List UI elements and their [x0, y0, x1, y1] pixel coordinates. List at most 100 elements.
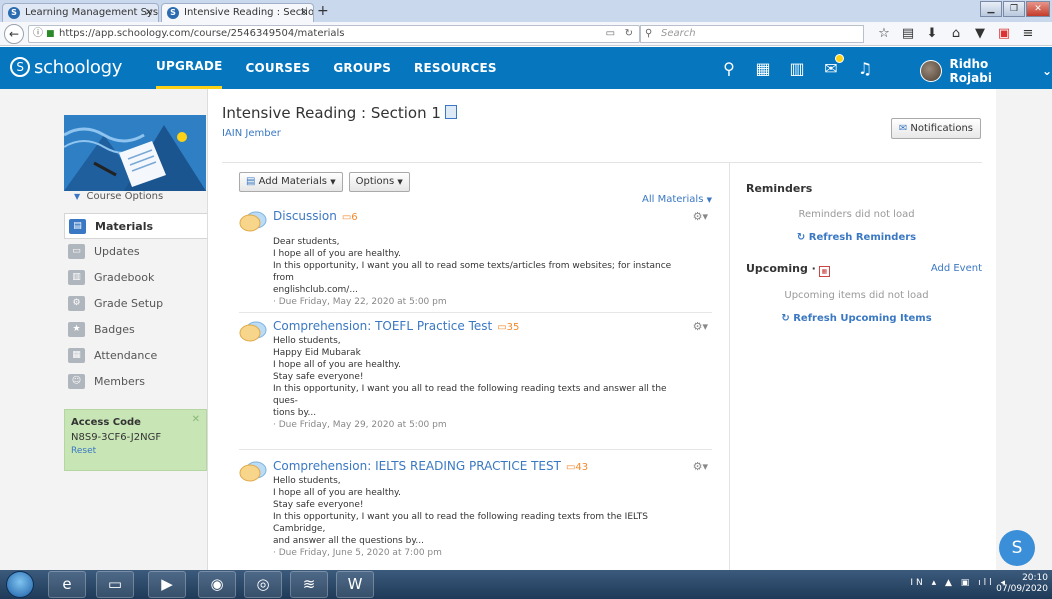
badges-icon: ★ — [68, 322, 85, 337]
add-materials-button[interactable]: ▤ Add Materials ▼ — [239, 172, 343, 192]
list-item: Comprehension: IELTS READING PRACTICE TE… — [239, 459, 712, 570]
download-icon[interactable]: ⬇ — [920, 25, 944, 43]
home-icon[interactable]: ⌂ — [944, 25, 968, 43]
back-button[interactable]: ← — [4, 24, 24, 44]
sidebar-item-gradebook[interactable]: ▥ Gradebook — [64, 265, 207, 291]
word-icon[interactable]: W — [336, 571, 374, 598]
sidebar-item-attendance[interactable]: ▦ Attendance — [64, 343, 207, 369]
tab-close-icon[interactable]: × — [145, 4, 153, 21]
pocket-icon[interactable]: ▼ — [968, 25, 992, 43]
material-body: Hello students, Happy Eid Mubarak I hope… — [273, 335, 693, 431]
material-body: Hello students, I hope all of you are he… — [273, 475, 693, 559]
browser-tab-intensive-reading[interactable]: S Intensive Reading : Section 1 × — [161, 3, 314, 22]
add-materials-icon: ▤ — [246, 176, 256, 187]
help-chat-button[interactable]: S — [999, 530, 1035, 566]
notifications-button[interactable]: ✉ Notifications — [890, 118, 981, 139]
gear-icon[interactable]: ⚙▾ — [693, 320, 708, 333]
material-title[interactable]: Comprehension: IELTS READING PRACTICE TE… — [273, 459, 588, 473]
grade-setup-icon: ⚙ — [68, 296, 85, 311]
nav-groups[interactable]: GROUPS — [333, 47, 391, 89]
info-icon[interactable]: ⓘ — [33, 26, 43, 42]
material-title[interactable]: Comprehension: TOEFL Practice Test ▭35 — [273, 319, 519, 333]
access-code-reset-link[interactable]: Reset — [71, 446, 200, 456]
browser-search-input[interactable]: ⚲ Search — [640, 25, 864, 43]
options-button[interactable]: Options ▼ — [348, 172, 410, 192]
gear-icon[interactable]: ⚙▾ — [693, 210, 708, 223]
window-controls: ▁ ❐ ✕ — [979, 1, 1050, 17]
tab-label: Learning Management Syste — [25, 7, 159, 18]
refresh-icon: ↻ — [796, 232, 806, 243]
ie-icon[interactable]: e — [48, 571, 86, 598]
refresh-upcoming-link[interactable]: ↻ Refresh Upcoming Items — [730, 313, 983, 324]
course-image — [64, 115, 206, 191]
user-menu[interactable]: Ridho Rojabi ⌄ — [920, 57, 1052, 85]
chrome-icon[interactable]: ◎ — [244, 571, 282, 598]
caret-down-icon: ▼ — [706, 196, 712, 204]
start-button[interactable] — [6, 571, 34, 598]
system-tray: IN ▴ ▲ ▣ ıll ◂ — [910, 578, 1008, 588]
caret-down-icon: ▼ — [330, 178, 336, 186]
system-clock[interactable]: 20:10 07/09/2020 — [996, 573, 1048, 595]
reminders-title: Reminders — [746, 182, 813, 195]
notifications-bell-icon[interactable]: ♫ — [848, 59, 882, 78]
spotify-icon[interactable]: ≋ — [290, 571, 328, 598]
new-tab-button[interactable]: + — [317, 3, 329, 19]
extension-icon[interactable]: ▣ — [992, 25, 1016, 43]
nav-courses[interactable]: COURSES — [245, 47, 310, 89]
language-indicator[interactable]: IN — [910, 578, 925, 588]
materials-icon: ▤ — [69, 219, 86, 234]
refresh-reminders-link[interactable]: ↻ Refresh Reminders — [730, 232, 983, 243]
calendar-icon[interactable]: ▥ — [780, 59, 814, 78]
course-school-link[interactable]: IAIN Jember — [222, 128, 281, 139]
all-materials-filter[interactable]: All Materials ▼ — [642, 194, 712, 205]
clock-time: 20:10 — [1022, 573, 1048, 583]
attendance-icon: ▦ — [68, 348, 85, 363]
bookmark-star-icon[interactable]: ☆ — [872, 25, 896, 43]
divider — [239, 312, 712, 313]
list-item: Comprehension: TOEFL Practice Test ▭35 ⚙▾… — [239, 319, 712, 453]
material-title[interactable]: Discussion ▭6 — [273, 209, 358, 223]
gear-icon[interactable]: ⚙▾ — [693, 460, 708, 473]
access-code-title: Access Code — [71, 417, 141, 428]
close-icon[interactable]: ✕ — [192, 414, 200, 425]
sidebar-item-grade-setup[interactable]: ⚙ Grade Setup — [64, 291, 207, 317]
apps-grid-icon[interactable]: ▦ — [746, 59, 780, 78]
minimize-button[interactable]: ▁ — [980, 1, 1002, 17]
close-window-button[interactable]: ✕ — [1026, 1, 1050, 17]
nav-upgrade[interactable]: UPGRADE — [156, 47, 223, 89]
discussion-icon — [239, 321, 267, 342]
list-item: Discussion ▭6 ⚙▾ Dear students, I hope al… — [239, 209, 712, 313]
access-code-value: N8S9-3CF6-J2NGF — [71, 432, 162, 443]
upcoming-message: Upcoming items did not load — [784, 290, 929, 301]
firefox-icon[interactable]: ◉ — [198, 571, 236, 598]
media-player-icon[interactable]: ▶ — [148, 571, 186, 598]
reader-reload-icons[interactable]: ▭ ↻ — [606, 26, 633, 42]
url-text: https://app.schoology.com/course/2546349… — [59, 28, 345, 39]
schoology-logo[interactable]: Sschoology — [10, 57, 122, 78]
bookmarks-library-icon[interactable]: ▤ — [896, 25, 920, 43]
url-bar[interactable]: ⓘ ■ https://app.schoology.com/course/254… — [28, 25, 640, 43]
messages-icon[interactable]: ✉ — [814, 53, 848, 78]
sidebar-item-materials[interactable]: ▤ Materials — [64, 213, 208, 239]
header-icons: ⚲ ▦ ▥ ✉ ♫ — [712, 47, 882, 89]
sidebar-item-members[interactable]: ☺ Members — [64, 369, 207, 395]
browser-tab-lms[interactable]: S Learning Management Syste × — [2, 3, 159, 22]
search-icon: ⚲ — [645, 28, 653, 39]
tab-close-icon[interactable]: × — [300, 4, 308, 21]
lock-icon: ■ — [46, 29, 55, 39]
search-icon[interactable]: ⚲ — [712, 59, 746, 78]
discussion-icon — [239, 461, 267, 482]
materials-toolbar: ▤ Add Materials ▼ Options ▼ — [239, 172, 416, 192]
divider — [239, 449, 712, 450]
menu-icon[interactable]: ≡ — [1016, 25, 1040, 43]
file-explorer-icon[interactable]: ▭ — [96, 571, 134, 598]
nav-resources[interactable]: RESOURCES — [414, 47, 497, 89]
restore-button[interactable]: ❐ — [1003, 1, 1025, 17]
schoology-header: Sschoology UPGRADE COURSES GROUPS RESOUR… — [0, 47, 1052, 89]
browser-nav-bar: ← ⓘ ■ https://app.schoology.com/course/2… — [0, 22, 1052, 46]
add-event-link[interactable]: Add Event — [931, 263, 982, 274]
course-options-toggle[interactable]: ▼ Course Options — [74, 191, 163, 202]
page-title: Intensive Reading : Section 1 — [222, 104, 457, 122]
sidebar-item-updates[interactable]: ▭ Updates — [64, 239, 207, 265]
sidebar-item-badges[interactable]: ★ Badges — [64, 317, 207, 343]
